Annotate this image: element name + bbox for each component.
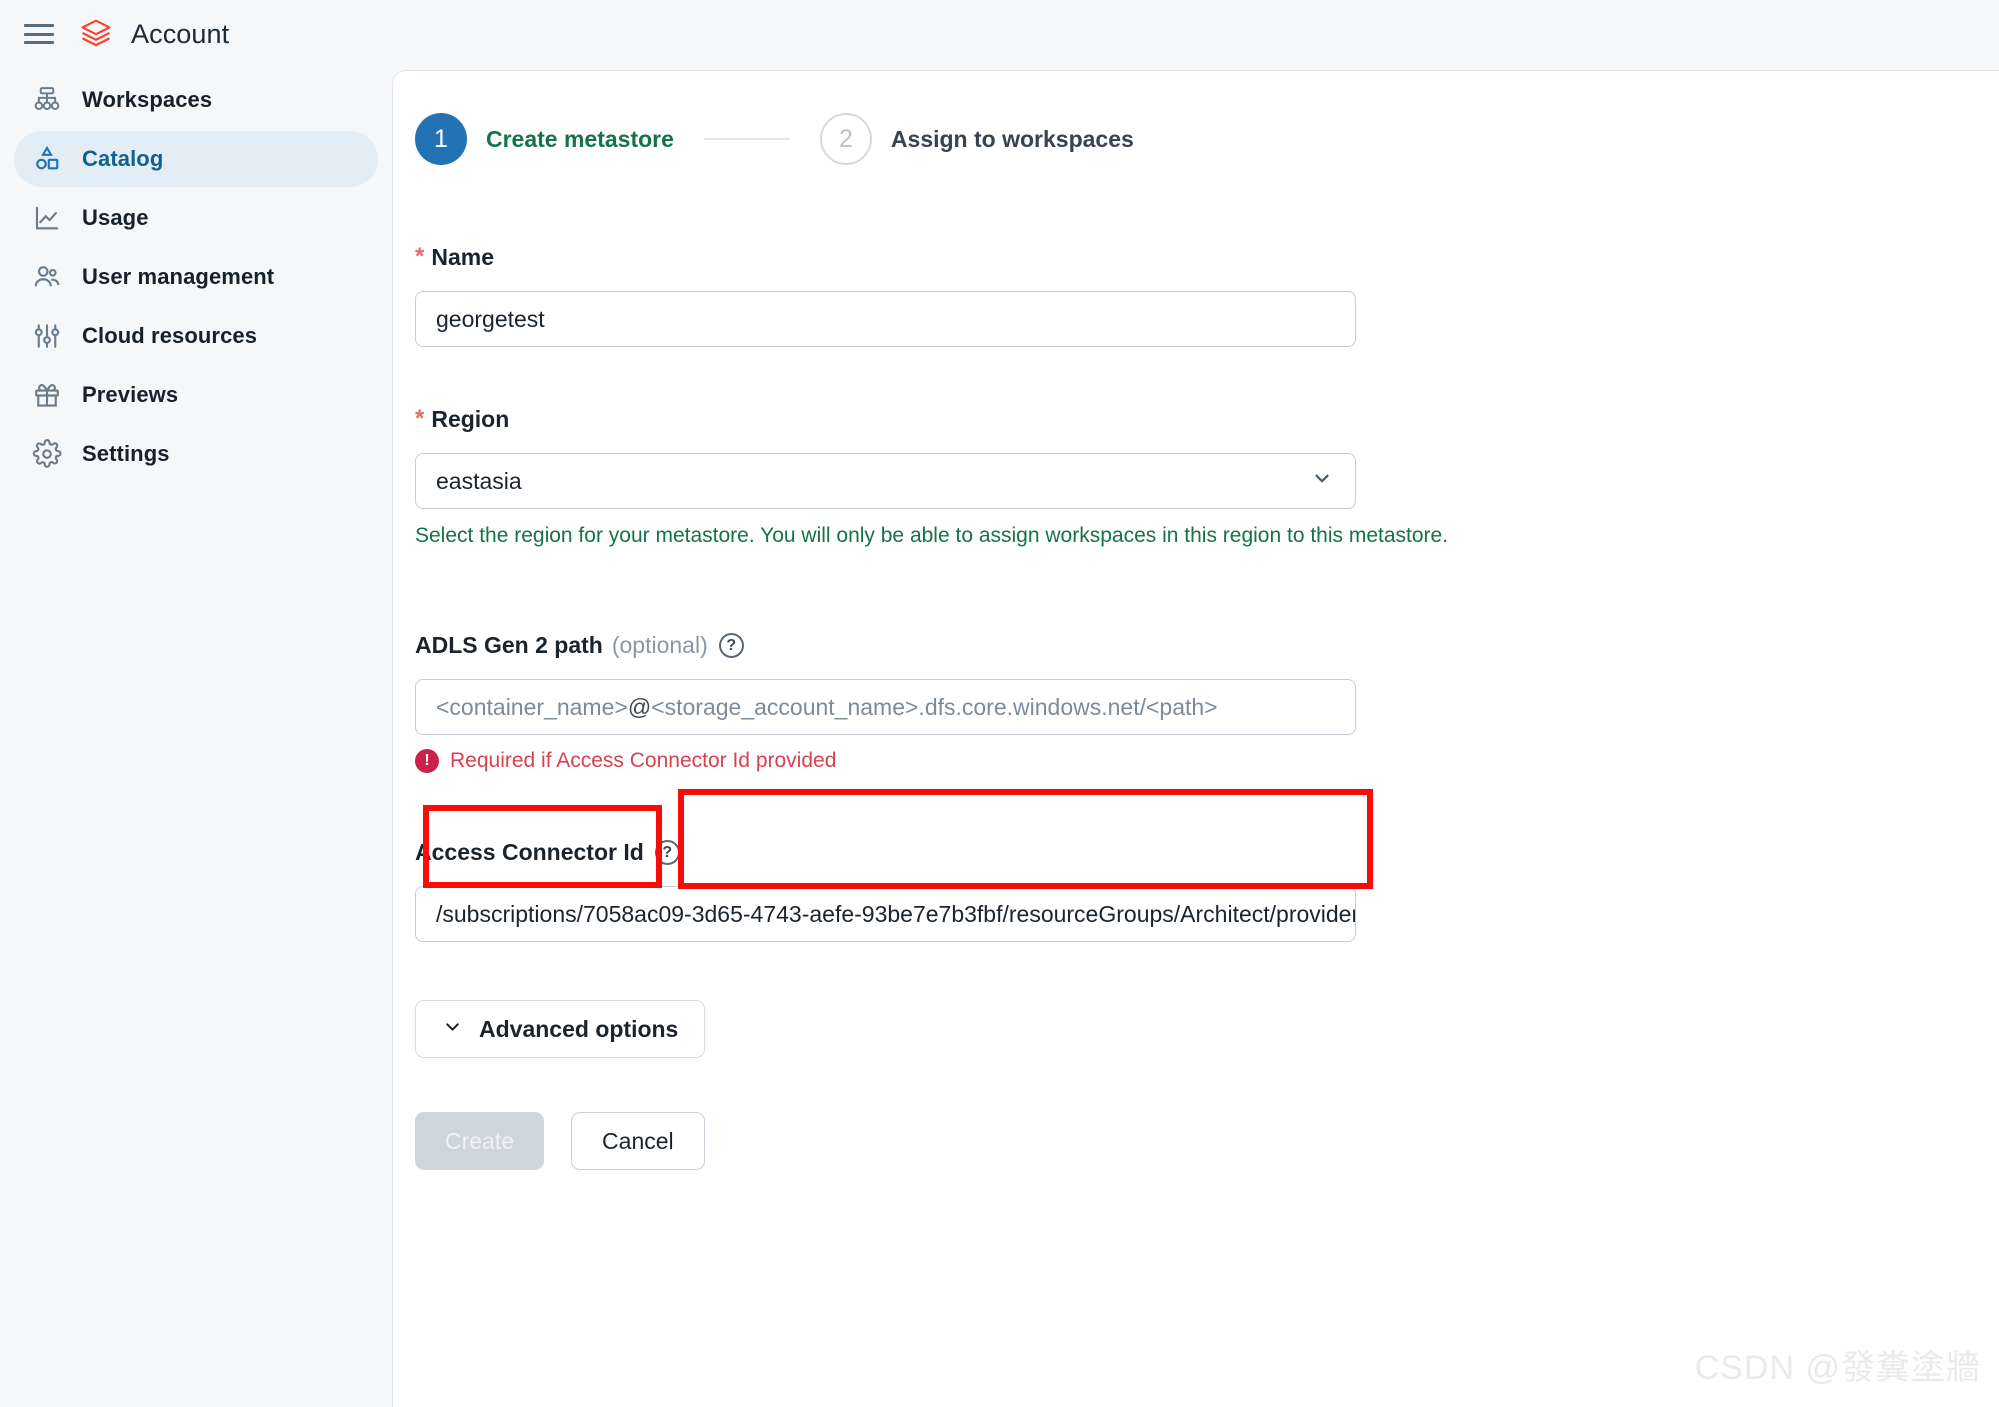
sidebar-item-previews[interactable]: Previews (14, 367, 378, 423)
workspaces-icon (32, 85, 62, 115)
sidebar-item-catalog[interactable]: Catalog (14, 131, 378, 187)
sidebar-item-label: Usage (82, 205, 149, 230)
hamburger-bar (24, 24, 54, 27)
required-asterisk: * (415, 243, 425, 270)
adls-input-row: <container_name> @ <storage_account_name… (415, 679, 1356, 735)
adls-placeholder-at: @ (627, 693, 652, 720)
sidebar-item-label: Previews (82, 382, 179, 407)
gear-icon (32, 439, 62, 469)
step-2-label: Assign to workspaces (890, 125, 1134, 152)
account-title: Account (131, 18, 230, 49)
sidebar-item-label: Catalog (82, 146, 164, 171)
gift-icon (32, 380, 62, 410)
access-connector-input[interactable]: /subscriptions/7058ac09-3d65-4743-aefe-9… (415, 886, 1356, 942)
advanced-options-button[interactable]: Advanced options (415, 1000, 706, 1058)
stepper-connector-line (703, 138, 790, 140)
region-label-text: Region (431, 405, 510, 432)
catalog-icon (32, 144, 62, 174)
name-input[interactable]: georgetest (415, 291, 1356, 347)
stepper: 1 Create metastore 2 Assign to workspace… (393, 71, 1134, 165)
sidebar-item-workspaces[interactable]: Workspaces (14, 72, 378, 128)
sidebar-item-label: User management (82, 264, 275, 289)
csdn-watermark: CSDN @發糞塗牆 (1694, 1349, 1981, 1387)
region-label: * Region (415, 405, 1975, 433)
app-root: Account Workspaces Catalog Usage User ma… (0, 0, 1999, 1407)
question-mark-icon[interactable]: ? (654, 840, 680, 865)
chevron-down-icon (1311, 467, 1333, 495)
step-1-label: Create metastore (486, 125, 674, 152)
databricks-logo-icon (81, 19, 111, 47)
sidebar-item-settings[interactable]: Settings (14, 426, 378, 482)
adls-error-message: ! Required if Access Connector Id provid… (415, 749, 1975, 773)
sidebar: Workspaces Catalog Usage User management… (0, 72, 392, 1407)
region-helper-text: Select the region for your metastore. Yo… (415, 524, 1449, 547)
region-selected-value: eastasia (436, 467, 522, 494)
top-bar: Account (0, 0, 392, 68)
brand[interactable]: Account (78, 16, 229, 52)
users-icon (32, 262, 62, 292)
sidebar-item-label: Cloud resources (82, 323, 258, 348)
access-connector-field-group: Access Connector Id ? /subscriptions/705… (415, 839, 1975, 942)
adls-optional-tag: (optional) (611, 632, 708, 658)
create-metastore-panel: 1 Create metastore 2 Assign to workspace… (392, 70, 1999, 1407)
adls-placeholder-storage: <storage_account_name>.dfs.core.windows.… (651, 693, 1218, 720)
adls-label-text: ADLS Gen 2 path (415, 632, 603, 658)
name-label-text: Name (431, 243, 494, 270)
adls-path-input[interactable]: <container_name> @ <storage_account_name… (415, 679, 1356, 735)
adls-field-group: ADLS Gen 2 path (optional) ? <container_… (415, 632, 1975, 773)
step-1-create-metastore[interactable]: 1 Create metastore (415, 113, 674, 165)
name-label: * Name (415, 243, 1975, 271)
advanced-options-label: Advanced options (479, 1015, 679, 1042)
sidebar-item-label: Workspaces (82, 87, 213, 112)
step-2-number: 2 (819, 113, 872, 165)
hamburger-menu-icon[interactable] (22, 21, 56, 47)
step-2-assign-to-workspaces[interactable]: 2 Assign to workspaces (819, 113, 1134, 165)
adls-placeholder-container: <container_name> (436, 693, 628, 720)
metastore-form: * Name georgetest * Region eastasia Sele… (415, 243, 1975, 1170)
required-asterisk: * (415, 405, 425, 432)
question-mark-icon[interactable]: ? (718, 633, 744, 658)
access-connector-label: Access Connector Id ? (415, 839, 1975, 866)
sidebar-item-user-management[interactable]: User management (14, 249, 378, 305)
adls-label: ADLS Gen 2 path (optional) ? (415, 632, 1975, 659)
cancel-button[interactable]: Cancel (571, 1112, 705, 1170)
region-field-group: * Region eastasia Select the region for … (415, 405, 1975, 548)
sidebar-item-usage[interactable]: Usage (14, 190, 378, 246)
hamburger-bar (24, 32, 54, 36)
sliders-icon (32, 321, 62, 351)
chevron-down-icon (442, 1016, 463, 1043)
access-connector-label-text: Access Connector Id (415, 839, 644, 865)
region-select[interactable]: eastasia (415, 453, 1356, 509)
error-exclamation-icon: ! (415, 749, 439, 773)
step-1-number: 1 (415, 113, 467, 165)
sidebar-item-label: Settings (82, 441, 170, 466)
form-actions: Create Cancel (415, 1112, 1975, 1170)
name-field-group: * Name georgetest (415, 243, 1975, 347)
usage-chart-icon (32, 203, 62, 233)
adls-error-text: Required if Access Connector Id provided (450, 749, 837, 772)
hamburger-bar (24, 41, 54, 44)
create-button[interactable]: Create (415, 1112, 545, 1170)
sidebar-item-cloud-resources[interactable]: Cloud resources (14, 308, 378, 364)
